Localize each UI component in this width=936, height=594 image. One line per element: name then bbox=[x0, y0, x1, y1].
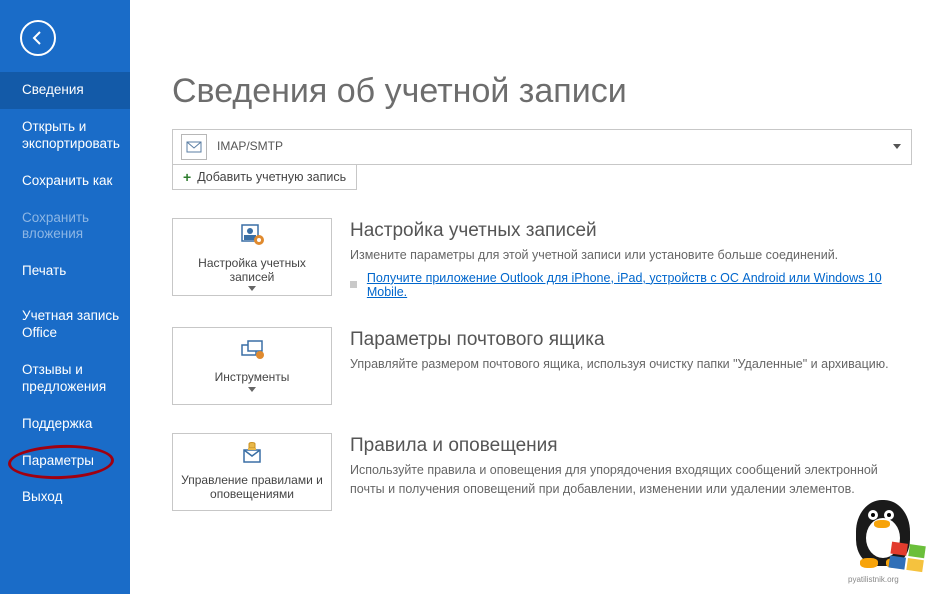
outlook-app-link[interactable]: Получите приложение Outlook для iPhone, … bbox=[367, 271, 914, 299]
chevron-down-icon bbox=[248, 387, 256, 392]
add-account-label: Добавить учетную запись bbox=[197, 170, 346, 184]
plus-icon: + bbox=[183, 169, 191, 185]
nav-options[interactable]: Параметры bbox=[0, 443, 130, 480]
nav-save-attachments: Сохранить вложения bbox=[0, 200, 130, 254]
tile-tools[interactable]: Инструменты bbox=[172, 327, 332, 405]
user-settings-icon bbox=[238, 223, 266, 253]
account-info: IMAP/SMTP bbox=[217, 140, 283, 153]
nav-open-export[interactable]: Открыть и экспортировать bbox=[0, 109, 130, 163]
watermark-text: pyatilistnik.org bbox=[848, 575, 899, 584]
tile-account-settings[interactable]: Настройка учетных записей bbox=[172, 218, 332, 296]
tools-icon bbox=[238, 339, 266, 367]
section-link-row: Получите приложение Outlook для iPhone, … bbox=[350, 271, 914, 299]
nav-save-as[interactable]: Сохранить как bbox=[0, 163, 130, 200]
section-description: Используйте правила и оповещения для упо… bbox=[350, 461, 914, 499]
section-account-settings: Настройка учетных записей Настройка учет… bbox=[172, 218, 914, 299]
account-selector[interactable]: IMAP/SMTP bbox=[172, 129, 912, 165]
tile-label: Управление правилами и оповещениями bbox=[177, 474, 327, 502]
nav-print[interactable]: Печать bbox=[0, 253, 130, 290]
watermark-logo: pyatilistnik.org bbox=[838, 496, 928, 586]
section-title: Правила и оповещения bbox=[350, 435, 914, 457]
section-description: Измените параметры для этой учетной запи… bbox=[350, 246, 914, 265]
sidebar: Сведения Открыть и экспортировать Сохран… bbox=[0, 0, 130, 594]
tile-rules-alerts[interactable]: Управление правилами и оповещениями bbox=[172, 433, 332, 511]
back-button[interactable] bbox=[20, 20, 56, 56]
chevron-down-icon bbox=[893, 144, 901, 149]
arrow-left-icon bbox=[30, 30, 46, 46]
nav-office-account[interactable]: Учетная запись Office bbox=[0, 298, 130, 352]
main-panel: Сведения об учетной записи IMAP/SMTP + Д… bbox=[130, 0, 936, 594]
section-title: Параметры почтового ящика bbox=[350, 329, 914, 351]
account-protocol: IMAP/SMTP bbox=[217, 140, 283, 153]
bullet-icon bbox=[350, 281, 357, 288]
tile-label: Настройка учетных записей bbox=[177, 257, 327, 285]
page-title: Сведения об учетной записи bbox=[172, 72, 914, 111]
section-rules-alerts: Управление правилами и оповещениями Прав… bbox=[172, 433, 914, 511]
nav-info[interactable]: Сведения bbox=[0, 72, 130, 109]
rules-alerts-icon bbox=[238, 442, 266, 470]
nav-exit[interactable]: Выход bbox=[0, 479, 130, 516]
tile-label: Инструменты bbox=[215, 371, 290, 385]
mail-account-icon bbox=[181, 134, 207, 160]
section-title: Настройка учетных записей bbox=[350, 220, 914, 242]
nav-feedback[interactable]: Отзывы и предложения bbox=[0, 352, 130, 406]
chevron-down-icon bbox=[248, 286, 256, 291]
section-description: Управляйте размером почтового ящика, исп… bbox=[350, 355, 914, 374]
nav-support[interactable]: Поддержка bbox=[0, 406, 130, 443]
add-account-button[interactable]: + Добавить учетную запись bbox=[172, 164, 357, 190]
section-mailbox-settings: Инструменты Параметры почтового ящика Уп… bbox=[172, 327, 914, 405]
